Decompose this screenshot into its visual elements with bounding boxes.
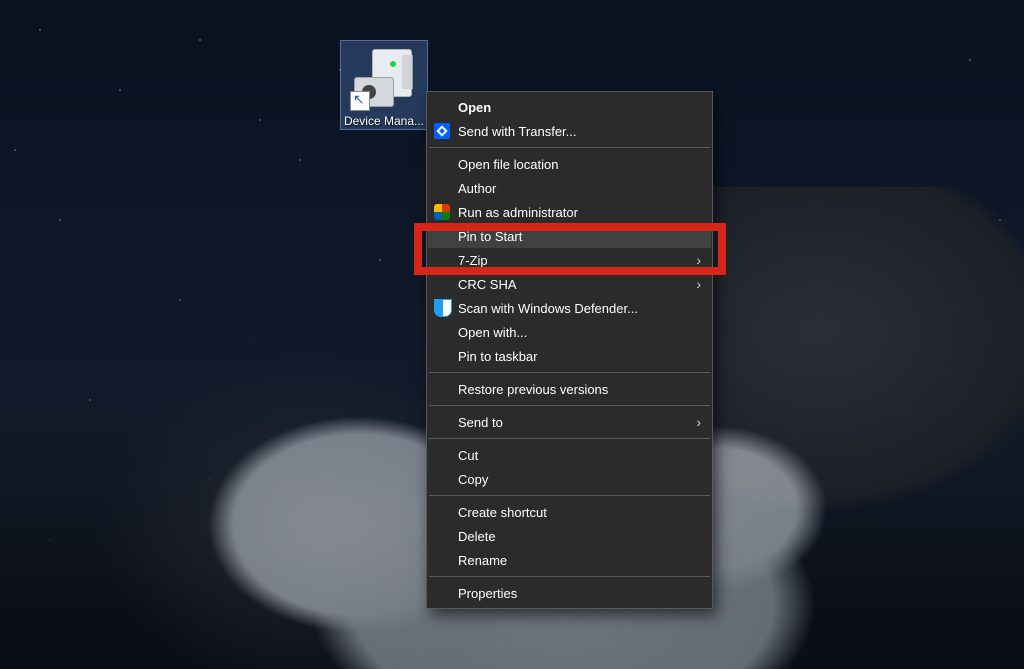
menu-item-label: Open with... [458,325,527,340]
context-menu: Open Send with Transfer... Open file locat… [426,91,713,609]
menu-item-open[interactable]: Open [428,95,711,119]
menu-separator [429,495,710,496]
defender-shield-icon [434,299,452,317]
menu-item-label: Run as administrator [458,205,578,220]
menu-item-label: Pin to Start [458,229,522,244]
menu-item-label: Author [458,181,496,196]
menu-item-label: Cut [458,448,478,463]
chevron-right-icon: › [696,414,701,430]
desktop-icon-device-manager[interactable]: Device Mana... [341,41,427,129]
menu-item-label: Create shortcut [458,505,547,520]
menu-item-label: Open file location [458,157,558,172]
menu-item-cut[interactable]: Cut [428,443,711,467]
uac-shield-icon [434,204,450,220]
menu-item-send-with-transfer[interactable]: Send with Transfer... [428,119,711,143]
chevron-right-icon: › [696,276,701,292]
menu-item-copy[interactable]: Copy [428,467,711,491]
menu-item-label: CRC SHA [458,277,517,292]
menu-item-label: Send to [458,415,503,430]
menu-separator [429,147,710,148]
menu-item-label: Copy [458,472,488,487]
menu-item-label: Send with Transfer... [458,124,577,139]
menu-item-send-to[interactable]: Send to › [428,410,711,434]
menu-item-label: Scan with Windows Defender... [458,301,638,316]
menu-item-delete[interactable]: Delete [428,524,711,548]
menu-item-open-with[interactable]: Open with... [428,320,711,344]
menu-item-crc-sha[interactable]: CRC SHA › [428,272,711,296]
menu-item-label: Pin to taskbar [458,349,538,364]
menu-separator [429,438,710,439]
device-manager-icon [350,43,418,111]
menu-separator [429,372,710,373]
menu-item-label: Restore previous versions [458,382,608,397]
menu-item-author[interactable]: Author [428,176,711,200]
menu-item-rename[interactable]: Rename [428,548,711,572]
menu-item-properties[interactable]: Properties [428,581,711,605]
menu-item-7-zip[interactable]: 7-Zip › [428,248,711,272]
menu-item-label: Properties [458,586,517,601]
shortcut-overlay-icon [350,91,370,111]
menu-item-label: Rename [458,553,507,568]
menu-item-label: Open [458,100,491,115]
menu-separator [429,405,710,406]
menu-item-create-shortcut[interactable]: Create shortcut [428,500,711,524]
dropbox-icon [434,123,450,139]
menu-item-run-as-admin[interactable]: Run as administrator [428,200,711,224]
menu-item-open-file-location[interactable]: Open file location [428,152,711,176]
menu-item-label: 7-Zip [458,253,488,268]
menu-item-pin-to-start[interactable]: Pin to Start [428,224,711,248]
menu-item-restore-prev[interactable]: Restore previous versions [428,377,711,401]
menu-separator [429,576,710,577]
chevron-right-icon: › [696,252,701,268]
menu-item-label: Delete [458,529,496,544]
menu-item-defender[interactable]: Scan with Windows Defender... [428,296,711,320]
desktop-icon-label: Device Mana... [341,113,427,129]
menu-item-pin-to-taskbar[interactable]: Pin to taskbar [428,344,711,368]
